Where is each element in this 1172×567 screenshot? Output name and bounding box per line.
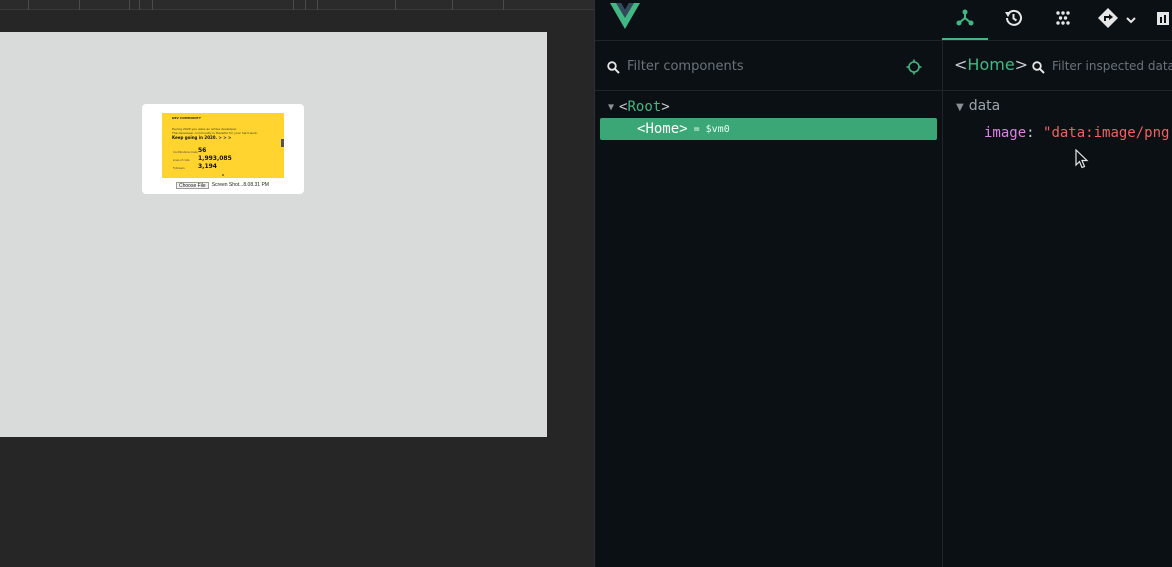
vm-reference: = $vm0: [693, 123, 730, 135]
toolbar-divider: [395, 0, 396, 10]
property-value: "data:image/png;base64,: [1043, 125, 1172, 141]
preview-headline: Keep going in 2020. > > >: [172, 135, 232, 140]
preview-stat-value: 1,993,085: [198, 155, 232, 162]
tag-close-bracket: >: [1014, 55, 1029, 74]
toolbar-divider: [452, 0, 453, 10]
preview-stat-label: Lines of code: [173, 159, 190, 162]
chevron-down-icon: [1125, 11, 1137, 30]
tree-node-root[interactable]: ▼ < Root >: [600, 96, 937, 118]
toolbar-divider: [129, 0, 130, 10]
browser-toolbar-strip: [0, 0, 594, 10]
selected-file-name: Screen Shot...8.08.31 PM: [211, 182, 269, 188]
tab-timeline[interactable]: [990, 0, 1036, 40]
choose-file-button[interactable]: Choose File: [176, 181, 209, 189]
preview-stat-label: Contributions made: [173, 151, 198, 154]
dots-grid-icon: [1054, 9, 1072, 31]
upload-card: DEV COMMUNITY During 2020 you were an ac…: [142, 104, 304, 194]
toolbar-divider: [293, 0, 294, 10]
component-name: Home: [967, 55, 1015, 74]
preview-dot: [222, 174, 224, 176]
inspected-component-name: <Home>: [954, 55, 1028, 74]
caret-down-icon[interactable]: ▼: [956, 102, 964, 113]
inspector-body: ▼ data image: "data:image/png;base64,: [943, 91, 1172, 567]
history-icon: [1003, 8, 1023, 32]
devtools-header: [595, 0, 1172, 41]
tab-settings[interactable]: [1157, 0, 1172, 40]
property-key: image: [984, 125, 1027, 141]
preview-logo: DEV COMMUNITY: [172, 116, 201, 120]
components-icon: [955, 7, 975, 31]
toolbar-divider: [317, 0, 318, 10]
uploaded-image-preview: DEV COMMUNITY During 2020 you were an ac…: [162, 113, 284, 178]
data-section-header[interactable]: ▼ data: [956, 98, 1000, 114]
toolbar-divider: [79, 0, 80, 10]
inspector-header: <Home>: [943, 41, 1172, 91]
browser-pane: DEV COMMUNITY During 2020 you were an ac…: [0, 0, 594, 567]
page-viewport: DEV COMMUNITY During 2020 you were an ac…: [0, 32, 547, 437]
search-icon: [607, 59, 620, 78]
filter-components-input[interactable]: [627, 57, 887, 75]
bar-chart-icon: [1157, 9, 1169, 31]
tag-open-bracket: <: [619, 99, 628, 115]
tag-open-bracket: <: [637, 121, 646, 137]
tag-open-bracket: <: [954, 55, 968, 74]
component-name: Home: [645, 121, 680, 137]
section-title: data: [968, 98, 1001, 114]
select-component-target-icon[interactable]: [906, 59, 922, 79]
vue-logo-icon: [610, 3, 640, 35]
preview-stat-label: Followers: [173, 167, 185, 170]
tag-close-bracket: >: [679, 121, 688, 137]
toolbar-divider: [152, 0, 153, 10]
file-input[interactable]: Choose File Screen Shot...8.08.31 PM: [176, 181, 269, 189]
data-property-row[interactable]: image: "data:image/png;base64,: [984, 125, 1172, 141]
filter-inspected-data-input[interactable]: [1052, 57, 1172, 75]
vue-devtools-panel: ▼ <Root> <Home> = $vm0 <Home> ▼data imag…: [594, 0, 1172, 567]
caret-down-icon[interactable]: ▼: [608, 102, 614, 113]
route-sign-icon: [1097, 7, 1119, 33]
toolbar-divider: [139, 0, 140, 10]
preview-edge-mark: [281, 139, 284, 147]
component-filter-bar: [595, 41, 942, 91]
preview-stat-value: 3,194: [198, 163, 217, 170]
property-colon: :: [1026, 125, 1044, 141]
tab-performance[interactable]: [1040, 0, 1086, 40]
tab-components[interactable]: [942, 0, 988, 40]
toolbar-divider: [28, 0, 29, 10]
tree-node-home[interactable]: < Home > = $vm0: [600, 118, 937, 140]
toolbar-divider: [503, 0, 504, 10]
tag-close-bracket: >: [661, 99, 670, 115]
component-name: Root: [627, 99, 662, 115]
search-icon: [1032, 59, 1045, 78]
mouse-pointer-icon: [1075, 148, 1089, 173]
toolbar-divider: [305, 0, 306, 10]
tab-routes[interactable]: [1090, 0, 1144, 40]
preview-stat-value: 56: [198, 147, 207, 154]
